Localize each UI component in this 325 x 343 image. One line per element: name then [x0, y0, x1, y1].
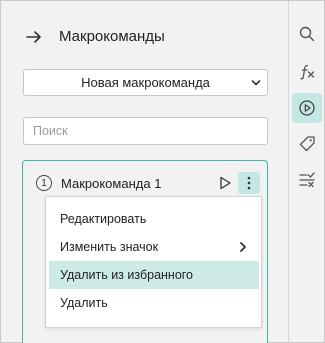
menu-item-remove-favorite[interactable]: Удалить из избранного	[49, 261, 259, 289]
function-icon	[300, 64, 315, 80]
search-tool-button[interactable]	[292, 19, 322, 49]
search-input[interactable]: Поиск	[23, 117, 268, 145]
tag-icon	[299, 136, 315, 152]
play-icon	[220, 176, 231, 190]
side-toolbar	[288, 1, 324, 342]
macro-select-value: Новая макрокоманда	[81, 75, 210, 90]
play-circle-icon	[299, 100, 315, 116]
more-vertical-icon	[247, 176, 251, 190]
tag-tool-button[interactable]	[292, 129, 322, 159]
more-options-button[interactable]	[238, 172, 260, 194]
menu-item-label: Редактировать	[60, 212, 147, 226]
checklist-icon	[299, 172, 315, 188]
panel-header: Макрокоманды	[25, 26, 165, 48]
back-arrow-icon[interactable]	[25, 28, 43, 46]
menu-item-edit[interactable]: Редактировать	[49, 205, 259, 233]
chevron-right-icon	[240, 242, 246, 252]
checklist-tool-button[interactable]	[292, 165, 322, 195]
chevron-down-icon	[251, 80, 261, 86]
menu-item-change-icon[interactable]: Изменить значок	[49, 233, 259, 261]
macros-tool-button[interactable]	[292, 93, 322, 123]
menu-item-label: Удалить из избранного	[60, 268, 194, 282]
macro-title: Макрокоманда 1	[61, 176, 162, 191]
menu-item-delete[interactable]: Удалить	[49, 289, 259, 317]
macro-select[interactable]: Новая макрокоманда	[23, 69, 268, 96]
menu-item-label: Удалить	[60, 296, 108, 310]
context-menu: Редактировать Изменить значок Удалить из…	[45, 196, 262, 328]
run-macro-button[interactable]	[216, 174, 234, 192]
macros-panel: Макрокоманды Новая макрокоманда Поиск 1 …	[1, 1, 288, 343]
search-icon	[299, 26, 315, 42]
function-tool-button[interactable]	[292, 57, 322, 87]
macro-number-badge: 1	[36, 175, 52, 191]
panel-title: Макрокоманды	[59, 28, 165, 45]
menu-item-label: Изменить значок	[60, 240, 159, 254]
